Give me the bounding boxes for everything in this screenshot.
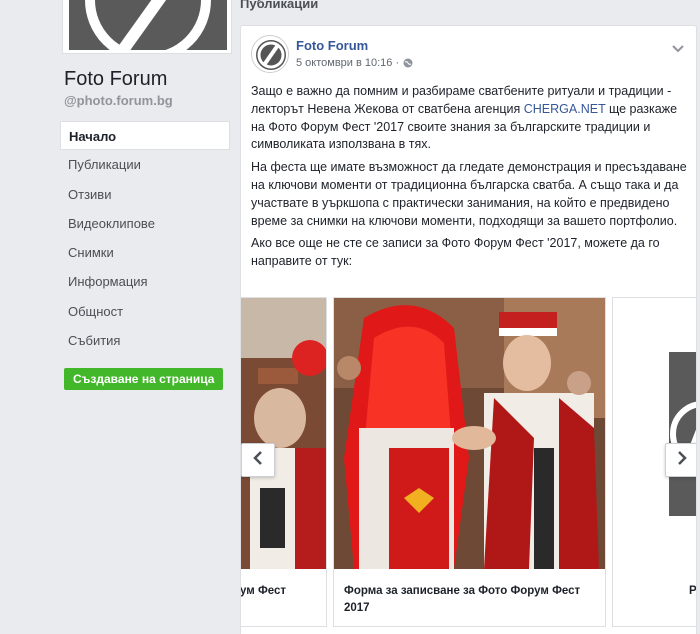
carousel-next-button[interactable]: [665, 443, 696, 477]
nav-item-posts[interactable]: Публикации: [60, 150, 230, 179]
post-timestamp[interactable]: 5 октомври в 10:16 ·: [296, 57, 399, 69]
nav-item-reviews[interactable]: Отзиви: [60, 180, 230, 209]
nav-item-videos[interactable]: Видеоклипове: [60, 209, 230, 238]
nav-item-home[interactable]: Начало: [60, 121, 230, 151]
page-name[interactable]: Foto Forum: [64, 68, 167, 91]
post-meta: 5 октомври в 10:16 ·: [296, 57, 413, 69]
carousel-caption-main: Форма за записване за Фото Форум Фест 20…: [344, 585, 581, 614]
chevron-left-icon: [252, 450, 264, 471]
chevron-right-icon: [676, 450, 688, 471]
nav-item-photos[interactable]: Снимки: [60, 238, 230, 267]
globe-icon: [403, 58, 413, 68]
section-title: Публикации: [240, 0, 319, 11]
carousel-card-main[interactable]: Форма за записване за Фото Форум Фест 20…: [333, 297, 606, 627]
author-avatar[interactable]: [251, 35, 289, 73]
page-handle[interactable]: @photo.forum.bg: [64, 93, 173, 108]
post-paragraph-2: На феста ще имате възможност да гледате …: [251, 160, 687, 228]
post-paragraph-1: Защо е важно да помним и разбираме сватб…: [251, 84, 678, 152]
link-carousel: ум Фест Форма за записване за Фото Форум…: [240, 297, 697, 627]
page-profile-picture[interactable]: [62, 0, 232, 54]
post-paragraph-3: Ако все още не сте се записи за Фото Фор…: [251, 236, 660, 269]
carousel-prev-button[interactable]: [241, 443, 275, 477]
post-card: Foto Forum 5 октомври в 10:16 · Защо е в…: [240, 25, 697, 634]
page-nav: Начало Публикации Отзиви Видеоклипове Сн…: [60, 121, 230, 355]
nav-item-community[interactable]: Общност: [60, 297, 230, 326]
carousel-image-next: [613, 298, 696, 569]
carousel-image-prev: [241, 298, 326, 569]
carousel-caption-next: P: [689, 585, 697, 597]
create-page-button[interactable]: Създаване на страница: [64, 368, 224, 390]
nav-item-events[interactable]: Събития: [60, 326, 230, 355]
post-text: Защо е важно да помним и разбираме сватб…: [251, 83, 691, 276]
cherga-link[interactable]: CHERGA.NET: [524, 102, 606, 116]
carousel-caption-prev: ум Фест: [240, 585, 287, 597]
chevron-down-icon[interactable]: [672, 40, 684, 53]
nav-item-about[interactable]: Информация: [60, 267, 230, 296]
carousel-image-main: [334, 298, 605, 569]
post-author[interactable]: Foto Forum: [296, 38, 368, 53]
